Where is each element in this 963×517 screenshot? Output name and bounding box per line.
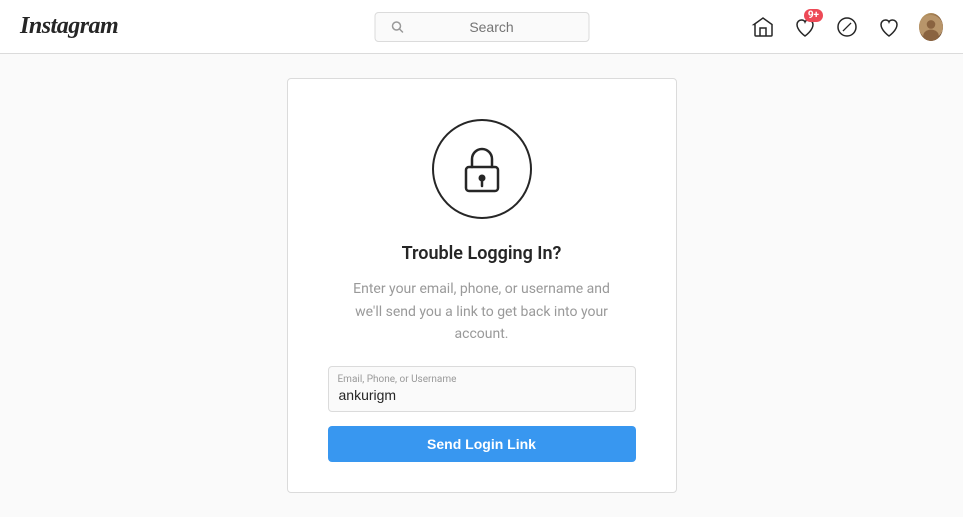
card-title: Trouble Logging In? xyxy=(402,243,562,264)
activity-icon[interactable]: 9+ xyxy=(793,15,817,39)
search-icon xyxy=(391,21,403,33)
notification-badge: 9+ xyxy=(804,9,823,22)
logo: Instagram xyxy=(20,13,118,40)
header: Instagram 9+ xyxy=(0,0,963,54)
header-icons: 9+ xyxy=(751,15,943,39)
home-icon[interactable] xyxy=(751,15,775,39)
card-description: Enter your email, phone, or username and… xyxy=(342,278,622,345)
explore-icon[interactable] xyxy=(835,15,859,39)
send-login-link-button[interactable]: Send Login Link xyxy=(328,426,636,462)
main-content: Trouble Logging In? Enter your email, ph… xyxy=(0,54,963,517)
trouble-login-card: Trouble Logging In? Enter your email, ph… xyxy=(287,78,677,492)
username-input-group: Email, Phone, or Username xyxy=(328,366,636,412)
username-input[interactable] xyxy=(328,366,636,412)
search-input[interactable] xyxy=(411,19,572,35)
username-label: Email, Phone, or Username xyxy=(338,374,457,385)
avatar[interactable] xyxy=(919,15,943,39)
search-bar[interactable] xyxy=(374,12,589,42)
heart-icon[interactable] xyxy=(877,15,901,39)
lock-icon-circle xyxy=(432,119,532,219)
